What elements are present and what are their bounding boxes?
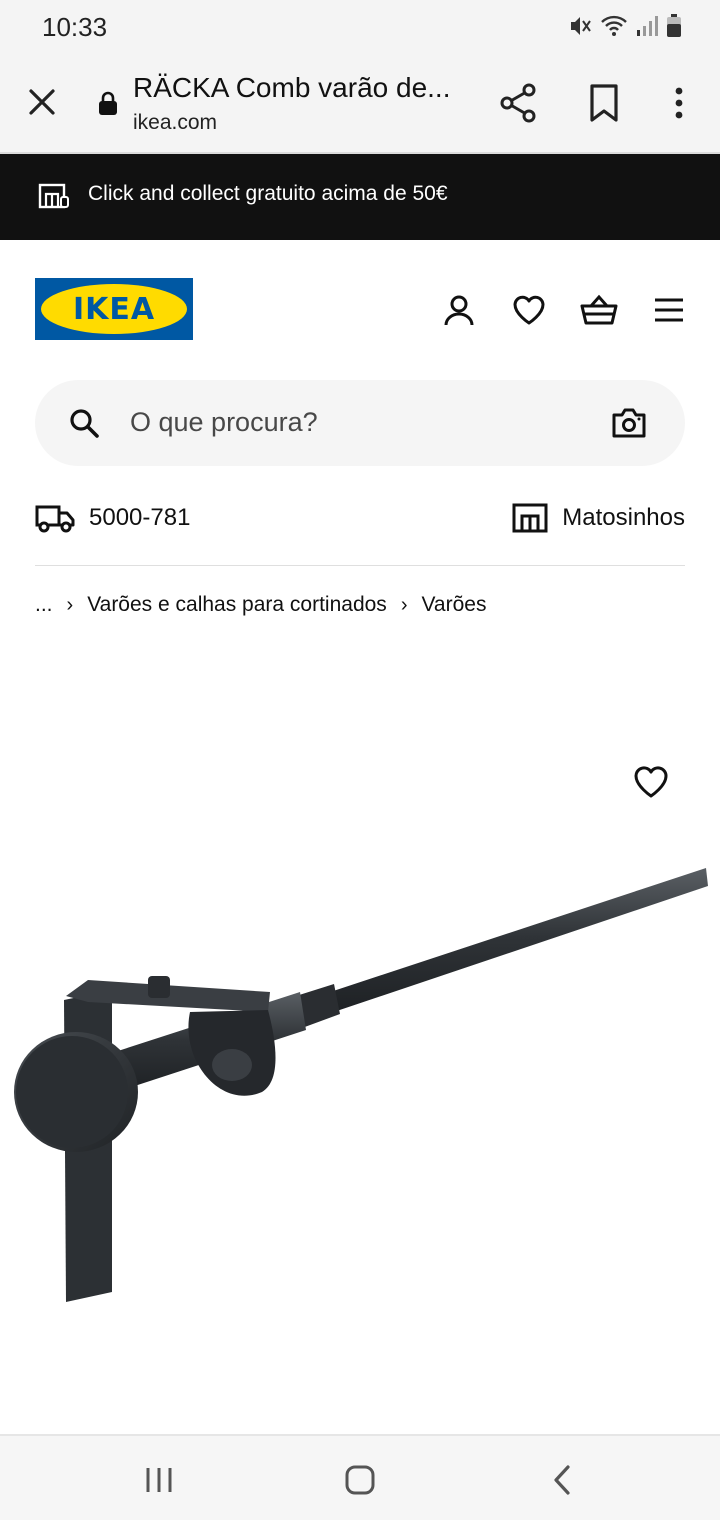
search-input[interactable]: O que procura? <box>130 407 318 438</box>
signal-icon <box>637 16 658 36</box>
thin-rod <box>300 868 708 1022</box>
divider <box>35 565 685 566</box>
back-button[interactable] <box>540 1460 584 1500</box>
browser-toolbar: RÄCKA Comb varão de... ikea.com <box>0 56 720 154</box>
add-to-wishlist-button[interactable] <box>632 764 670 805</box>
postal-code: 5000-781 <box>89 504 191 531</box>
breadcrumb-separator: › <box>400 593 408 616</box>
recents-icon <box>146 1468 172 1492</box>
status-bar: 10:33 <box>0 0 720 56</box>
heart-icon <box>634 766 668 798</box>
search-icon <box>70 409 99 438</box>
logo-text: IKEA <box>72 291 156 327</box>
bookmark-button[interactable] <box>586 82 622 129</box>
ikea-logo[interactable]: IKEA <box>35 278 193 340</box>
promo-banner[interactable]: Click and collect gratuito acima de 50€ <box>0 154 720 240</box>
delivery-location[interactable]: 5000-781 <box>35 500 190 536</box>
heart-icon <box>513 295 545 325</box>
bookmark-icon <box>590 84 618 122</box>
menu-button[interactable] <box>649 290 689 330</box>
system-nav-bar <box>0 1434 720 1520</box>
truck-icon <box>35 505 75 533</box>
basket-button[interactable] <box>579 290 619 330</box>
status-icons <box>568 13 682 39</box>
breadcrumb-separator: › <box>66 593 74 616</box>
logo-oval: IKEA <box>41 284 187 334</box>
home-button[interactable] <box>338 1460 382 1500</box>
more-options-button[interactable] <box>664 82 694 129</box>
share-button[interactable] <box>498 82 538 129</box>
battery-icon <box>667 14 681 37</box>
promo-text: Click and collect gratuito acima de 50€ <box>88 182 448 205</box>
breadcrumb-item[interactable]: Varões e calhas para cortinados <box>87 593 387 617</box>
wifi-icon <box>601 15 627 36</box>
url-domain[interactable]: ikea.com <box>133 111 217 135</box>
bracket-screw <box>148 976 170 998</box>
user-icon <box>444 295 474 326</box>
mute-icon <box>571 17 591 35</box>
close-icon <box>29 89 55 115</box>
more-icon <box>675 87 683 119</box>
basket-icon <box>580 294 618 325</box>
breadcrumb: ... › Varões e calhas para cortinados › … <box>35 593 486 617</box>
product-image[interactable] <box>0 640 720 1430</box>
store-name: Matosinhos <box>562 504 685 531</box>
store-icon <box>38 183 69 209</box>
breadcrumb-ellipsis[interactable]: ... <box>35 593 53 617</box>
visual-search-button[interactable] <box>611 407 647 444</box>
page-title[interactable]: RÄCKA Comb varão de... <box>133 72 463 104</box>
close-tab-button[interactable] <box>20 80 64 124</box>
search-bar[interactable]: O que procura? <box>35 380 685 466</box>
store-location[interactable]: Matosinhos <box>512 500 685 536</box>
home-icon <box>345 1465 375 1495</box>
end-cap-face <box>16 1036 128 1148</box>
breadcrumb-item[interactable]: Varões <box>421 593 486 617</box>
share-icon <box>500 83 536 123</box>
status-time: 10:33 <box>42 12 108 42</box>
store-icon <box>512 503 548 533</box>
rod-holder-inner <box>212 1049 252 1081</box>
account-button[interactable] <box>439 290 479 330</box>
wishlist-button[interactable] <box>509 290 549 330</box>
back-icon <box>554 1465 570 1495</box>
camera-icon <box>612 408 646 438</box>
hamburger-icon <box>655 298 683 322</box>
recents-button[interactable] <box>137 1460 181 1500</box>
lock-icon <box>99 91 117 115</box>
